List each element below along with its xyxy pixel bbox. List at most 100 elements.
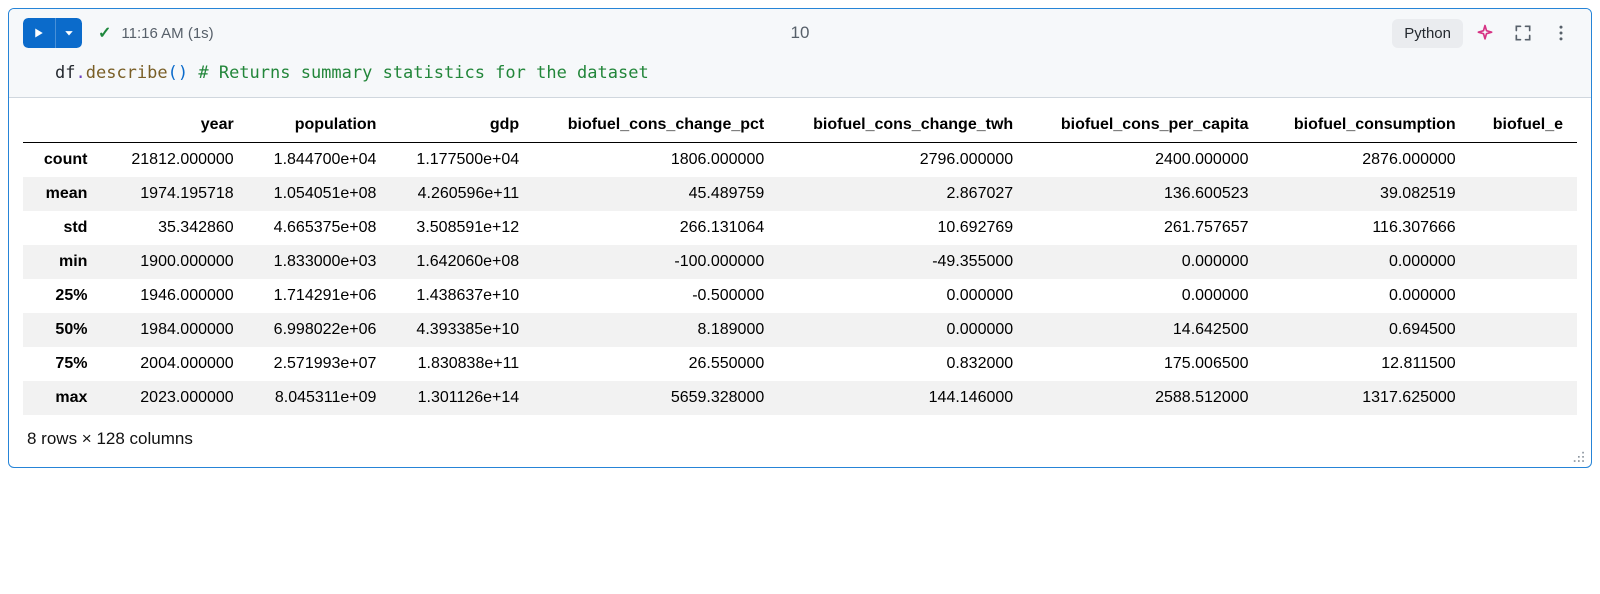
table-cell: 261.757657 — [1027, 211, 1262, 245]
table-cell: 4.260596e+11 — [390, 177, 533, 211]
table-cell: 35.342860 — [105, 211, 247, 245]
table-cell: 144.146000 — [778, 381, 1027, 415]
table-cell: 1900.000000 — [105, 245, 247, 279]
code-editor[interactable]: df.describe() # Returns summary statisti… — [9, 53, 1591, 98]
table-cell: 2.571993e+07 — [248, 347, 391, 381]
table-row: 50%1984.0000006.998022e+064.393385e+108.… — [23, 313, 1577, 347]
resize-handle-icon[interactable] — [1571, 449, 1585, 463]
more-options-icon[interactable] — [1545, 17, 1577, 49]
table-cell: 10.692769 — [778, 211, 1027, 245]
column-header: population — [248, 108, 391, 143]
table-cell: 1806.000000 — [533, 143, 778, 178]
code-method: describe — [86, 63, 168, 83]
table-row: mean1974.1957181.054051e+084.260596e+114… — [23, 177, 1577, 211]
run-options-button[interactable] — [55, 18, 82, 48]
table-cell: 175.006500 — [1027, 347, 1262, 381]
row-index: max — [23, 381, 105, 415]
table-cell: 1984.000000 — [105, 313, 247, 347]
index-header — [23, 108, 105, 143]
table-cell: 116.307666 — [1263, 211, 1470, 245]
table-cell: 0.000000 — [1263, 245, 1470, 279]
table-row: 25%1946.0000001.714291e+061.438637e+10-0… — [23, 279, 1577, 313]
code-identifier: df — [55, 63, 75, 83]
row-index: 50% — [23, 313, 105, 347]
execution-timestamp: 11:16 AM (1s) — [121, 25, 213, 42]
row-index: min — [23, 245, 105, 279]
column-header: year — [105, 108, 247, 143]
table-cell: 8.189000 — [533, 313, 778, 347]
table-cell: 1.054051e+08 — [248, 177, 391, 211]
table-cell: 12.811500 — [1263, 347, 1470, 381]
table-cell: 1317.625000 — [1263, 381, 1470, 415]
table-row: 75%2004.0000002.571993e+071.830838e+1126… — [23, 347, 1577, 381]
run-button[interactable] — [23, 18, 55, 48]
expand-icon[interactable] — [1507, 17, 1539, 49]
table-cell: 45.489759 — [533, 177, 778, 211]
row-index: count — [23, 143, 105, 178]
table-cell — [1470, 177, 1577, 211]
column-header: biofuel_cons_per_capita — [1027, 108, 1262, 143]
table-cell: -49.355000 — [778, 245, 1027, 279]
table-cell: 1.301126e+14 — [390, 381, 533, 415]
table-cell: 136.600523 — [1027, 177, 1262, 211]
table-cell: 1.438637e+10 — [390, 279, 533, 313]
table-cell: 2588.512000 — [1027, 381, 1262, 415]
table-cell: -100.000000 — [533, 245, 778, 279]
table-cell: 1974.195718 — [105, 177, 247, 211]
table-cell: 0.000000 — [1263, 279, 1470, 313]
table-cell: 0.000000 — [778, 279, 1027, 313]
table-cell — [1470, 245, 1577, 279]
table-cell: 2796.000000 — [778, 143, 1027, 178]
table-cell — [1470, 313, 1577, 347]
table-header-row: year population gdp biofuel_cons_change_… — [23, 108, 1577, 143]
column-header: gdp — [390, 108, 533, 143]
table-cell: 1.844700e+04 — [248, 143, 391, 178]
table-cell: 0.832000 — [778, 347, 1027, 381]
table-cell: 14.642500 — [1027, 313, 1262, 347]
table-cell: 5659.328000 — [533, 381, 778, 415]
table-cell: 2400.000000 — [1027, 143, 1262, 178]
table-row: count21812.0000001.844700e+041.177500e+0… — [23, 143, 1577, 178]
language-selector[interactable]: Python — [1392, 19, 1463, 48]
row-index: std — [23, 211, 105, 245]
table-cell — [1470, 381, 1577, 415]
right-toolbar: Python — [1392, 17, 1577, 49]
dataframe-table: year population gdp biofuel_cons_change_… — [23, 108, 1577, 415]
table-cell: -0.500000 — [533, 279, 778, 313]
column-header: biofuel_e — [1470, 108, 1577, 143]
notebook-cell: ✓ 11:16 AM (1s) 10 Python df.desc — [8, 8, 1592, 468]
cell-toolbar: ✓ 11:16 AM (1s) 10 Python — [9, 9, 1591, 53]
table-cell: 2023.000000 — [105, 381, 247, 415]
column-header: biofuel_consumption — [1263, 108, 1470, 143]
table-cell: 2.867027 — [778, 177, 1027, 211]
row-index: mean — [23, 177, 105, 211]
table-cell: 1.177500e+04 — [390, 143, 533, 178]
table-cell: 39.082519 — [1263, 177, 1470, 211]
table-cell: 4.665375e+08 — [248, 211, 391, 245]
table-cell: 1.830838e+11 — [390, 347, 533, 381]
execution-count: 10 — [791, 23, 810, 43]
code-comment: # Returns summary statistics for the dat… — [198, 63, 648, 83]
table-row: max2023.0000008.045311e+091.301126e+1456… — [23, 381, 1577, 415]
column-header: biofuel_cons_change_pct — [533, 108, 778, 143]
table-row: min1900.0000001.833000e+031.642060e+08-1… — [23, 245, 1577, 279]
table-cell: 1946.000000 — [105, 279, 247, 313]
table-cell: 8.045311e+09 — [248, 381, 391, 415]
table-cell: 1.642060e+08 — [390, 245, 533, 279]
table-cell: 0.000000 — [778, 313, 1027, 347]
table-cell: 1.714291e+06 — [248, 279, 391, 313]
cell-output: year population gdp biofuel_cons_change_… — [9, 98, 1591, 467]
table-cell: 2004.000000 — [105, 347, 247, 381]
table-cell: 2876.000000 — [1263, 143, 1470, 178]
table-cell: 21812.000000 — [105, 143, 247, 178]
table-cell — [1470, 211, 1577, 245]
table-cell: 4.393385e+10 — [390, 313, 533, 347]
table-cell: 6.998022e+06 — [248, 313, 391, 347]
table-cell — [1470, 143, 1577, 178]
table-cell: 0.694500 — [1263, 313, 1470, 347]
ai-assist-icon[interactable] — [1469, 17, 1501, 49]
table-cell — [1470, 279, 1577, 313]
table-cell: 0.000000 — [1027, 245, 1262, 279]
row-index: 75% — [23, 347, 105, 381]
table-row: std35.3428604.665375e+083.508591e+12266.… — [23, 211, 1577, 245]
